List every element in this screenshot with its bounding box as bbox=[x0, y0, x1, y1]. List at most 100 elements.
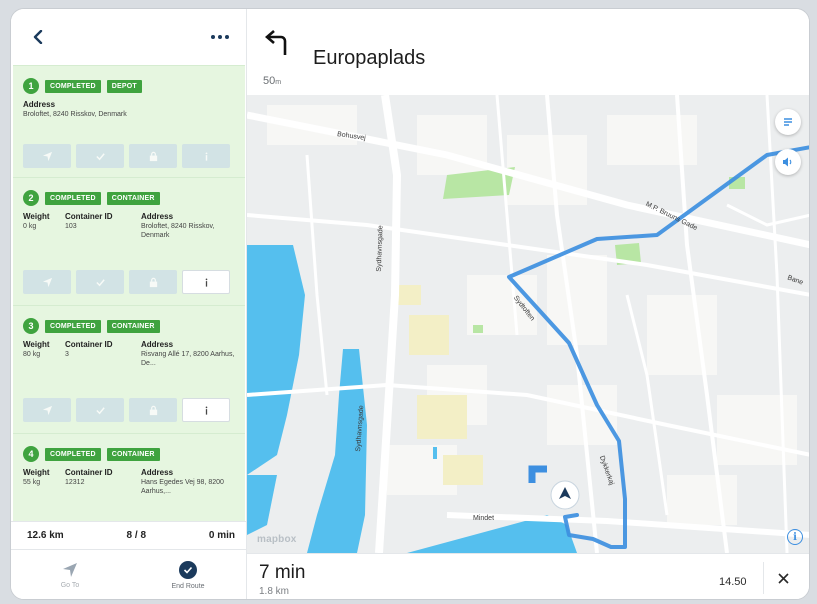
weight-field: Weight 55 kg bbox=[23, 468, 63, 487]
address-field: Address Hans Egedes Vej 98, 8200 Aarhus,… bbox=[141, 468, 235, 496]
stop-header: 3 COMPLETED CONTAINER bbox=[23, 318, 160, 334]
route-sidebar: 1 COMPLETED DEPOT Address Broloftet, 824… bbox=[11, 9, 247, 599]
eta-time: 7 min bbox=[259, 562, 306, 583]
stop-actions bbox=[23, 144, 230, 168]
back-button[interactable] bbox=[27, 26, 49, 48]
field-value: 55 kg bbox=[23, 479, 41, 486]
lock-button[interactable] bbox=[129, 270, 177, 294]
navigate-icon bbox=[42, 405, 52, 415]
stop-list[interactable]: 1 COMPLETED DEPOT Address Broloftet, 824… bbox=[11, 65, 247, 521]
total-distance: 12.6 km bbox=[27, 530, 64, 541]
field-label: Weight bbox=[23, 340, 50, 349]
route-overview-button[interactable] bbox=[775, 109, 801, 135]
field-value: Risvang Allé 17, 8200 Aarhus, De... bbox=[141, 351, 235, 367]
stop-number-badge: 2 bbox=[23, 190, 39, 206]
navigate-button[interactable] bbox=[23, 144, 71, 168]
distance-unit: m bbox=[275, 79, 282, 86]
weight-field: Weight 0 kg bbox=[23, 212, 63, 231]
field-value: Hans Egedes Vej 98, 8200 Aarhus,... bbox=[141, 479, 224, 495]
field-value: Broloftet, 8240 Risskov, Denmark bbox=[23, 111, 127, 118]
field-label: Weight bbox=[23, 212, 50, 221]
navigation-pane: Europaplads 50m Bohusvej M.P. Bruuns Gad… bbox=[247, 9, 810, 599]
lock-button[interactable] bbox=[129, 398, 177, 422]
more-dot bbox=[225, 35, 229, 39]
turn-left-arrow-icon bbox=[265, 30, 287, 55]
stop-actions bbox=[23, 398, 230, 422]
status-tag: COMPLETED bbox=[45, 447, 101, 461]
close-icon bbox=[778, 572, 789, 584]
stop-actions bbox=[23, 270, 230, 294]
end-route-button[interactable]: End Route bbox=[129, 550, 247, 599]
container-id-field: Container ID 103 bbox=[65, 212, 141, 231]
stop-number-badge: 1 bbox=[23, 78, 39, 94]
stop-card-2[interactable]: 2 COMPLETED CONTAINER Weight 0 kg Contai… bbox=[13, 177, 245, 305]
address-field: Address Risvang Allé 17, 8200 Aarhus, De… bbox=[141, 340, 235, 368]
map-street-label: Mindet bbox=[473, 515, 495, 522]
type-tag: CONTAINER bbox=[106, 319, 160, 333]
go-to-button[interactable]: Go To bbox=[11, 550, 129, 599]
info-icon bbox=[205, 278, 207, 287]
info-icon bbox=[205, 406, 207, 415]
lock-button[interactable] bbox=[129, 144, 177, 168]
field-value: 3 bbox=[65, 351, 69, 358]
stop-card-4[interactable]: 4 COMPLETED CONTAINER Weight 55 kg Conta… bbox=[13, 433, 245, 521]
navigate-icon bbox=[42, 277, 52, 287]
speaker-icon bbox=[783, 157, 792, 167]
arrival-time: 14.50 bbox=[719, 576, 747, 588]
sidebar-header bbox=[11, 9, 247, 65]
maneuver-banner: Europaplads 50m bbox=[247, 9, 809, 95]
stop-number-badge: 3 bbox=[23, 318, 39, 334]
type-tag: DEPOT bbox=[106, 79, 142, 93]
stop-header: 4 COMPLETED CONTAINER bbox=[23, 446, 160, 462]
check-button[interactable] bbox=[76, 144, 124, 168]
info-button[interactable] bbox=[182, 270, 230, 294]
more-button[interactable] bbox=[207, 26, 233, 48]
lock-icon bbox=[149, 151, 157, 161]
navigate-icon bbox=[63, 563, 77, 577]
close-navigation-button[interactable] bbox=[763, 562, 803, 594]
check-icon bbox=[95, 152, 105, 160]
info-button[interactable] bbox=[182, 144, 230, 168]
sidebar-bottom-actions: Go To End Route bbox=[11, 549, 247, 599]
stop-header: 1 COMPLETED DEPOT bbox=[23, 78, 142, 94]
stop-header: 2 COMPLETED CONTAINER bbox=[23, 190, 160, 206]
stop-number-badge: 4 bbox=[23, 446, 39, 462]
remaining-time: 0 min bbox=[208, 530, 235, 541]
more-horizontal-icon bbox=[211, 35, 215, 39]
field-value: 80 kg bbox=[23, 351, 41, 358]
route-summary: 12.6 km 8 / 8 0 min bbox=[11, 521, 247, 549]
weight-field: Weight 80 kg bbox=[23, 340, 63, 359]
field-label: Address bbox=[23, 100, 56, 109]
more-dot bbox=[218, 35, 222, 39]
sound-button[interactable] bbox=[775, 149, 801, 175]
info-icon bbox=[205, 151, 207, 161]
info-button[interactable] bbox=[182, 398, 230, 422]
chevron-left-icon bbox=[33, 30, 43, 44]
map-view[interactable]: Bohusvej M.P. Bruuns Gade Sydhavnsgade S… bbox=[247, 95, 810, 553]
field-label: Container ID bbox=[65, 212, 113, 221]
field-value: 0 kg bbox=[23, 223, 37, 230]
map-canvas[interactable] bbox=[247, 95, 810, 553]
type-tag: CONTAINER bbox=[106, 191, 160, 205]
route-list-icon bbox=[784, 118, 792, 126]
eta-distance: 1.8 km bbox=[259, 586, 290, 597]
field-label: Address bbox=[141, 468, 174, 477]
stop-card-1[interactable]: 1 COMPLETED DEPOT Address Broloftet, 824… bbox=[13, 65, 245, 177]
navigate-button[interactable] bbox=[23, 398, 71, 422]
status-tag: COMPLETED bbox=[45, 319, 101, 333]
check-icon bbox=[183, 566, 193, 574]
tablet-screen: 1 COMPLETED DEPOT Address Broloftet, 824… bbox=[10, 8, 810, 600]
check-circle-icon bbox=[179, 561, 197, 579]
stop-card-3[interactable]: 3 COMPLETED CONTAINER Weight 80 kg Conta… bbox=[13, 305, 245, 433]
map-attribution-logo[interactable]: mapbox bbox=[257, 534, 297, 545]
status-tag: COMPLETED bbox=[45, 79, 101, 93]
check-button[interactable] bbox=[76, 270, 124, 294]
field-value: Broloftet, 8240 Risskov, Denmark bbox=[141, 223, 215, 239]
maneuver-street: Europaplads bbox=[313, 47, 426, 69]
container-id-field: Container ID 3 bbox=[65, 340, 141, 359]
map-info-button[interactable]: i bbox=[787, 529, 803, 545]
check-button[interactable] bbox=[76, 398, 124, 422]
check-icon bbox=[95, 278, 105, 286]
navigate-button[interactable] bbox=[23, 270, 71, 294]
field-label: Container ID bbox=[65, 468, 113, 477]
